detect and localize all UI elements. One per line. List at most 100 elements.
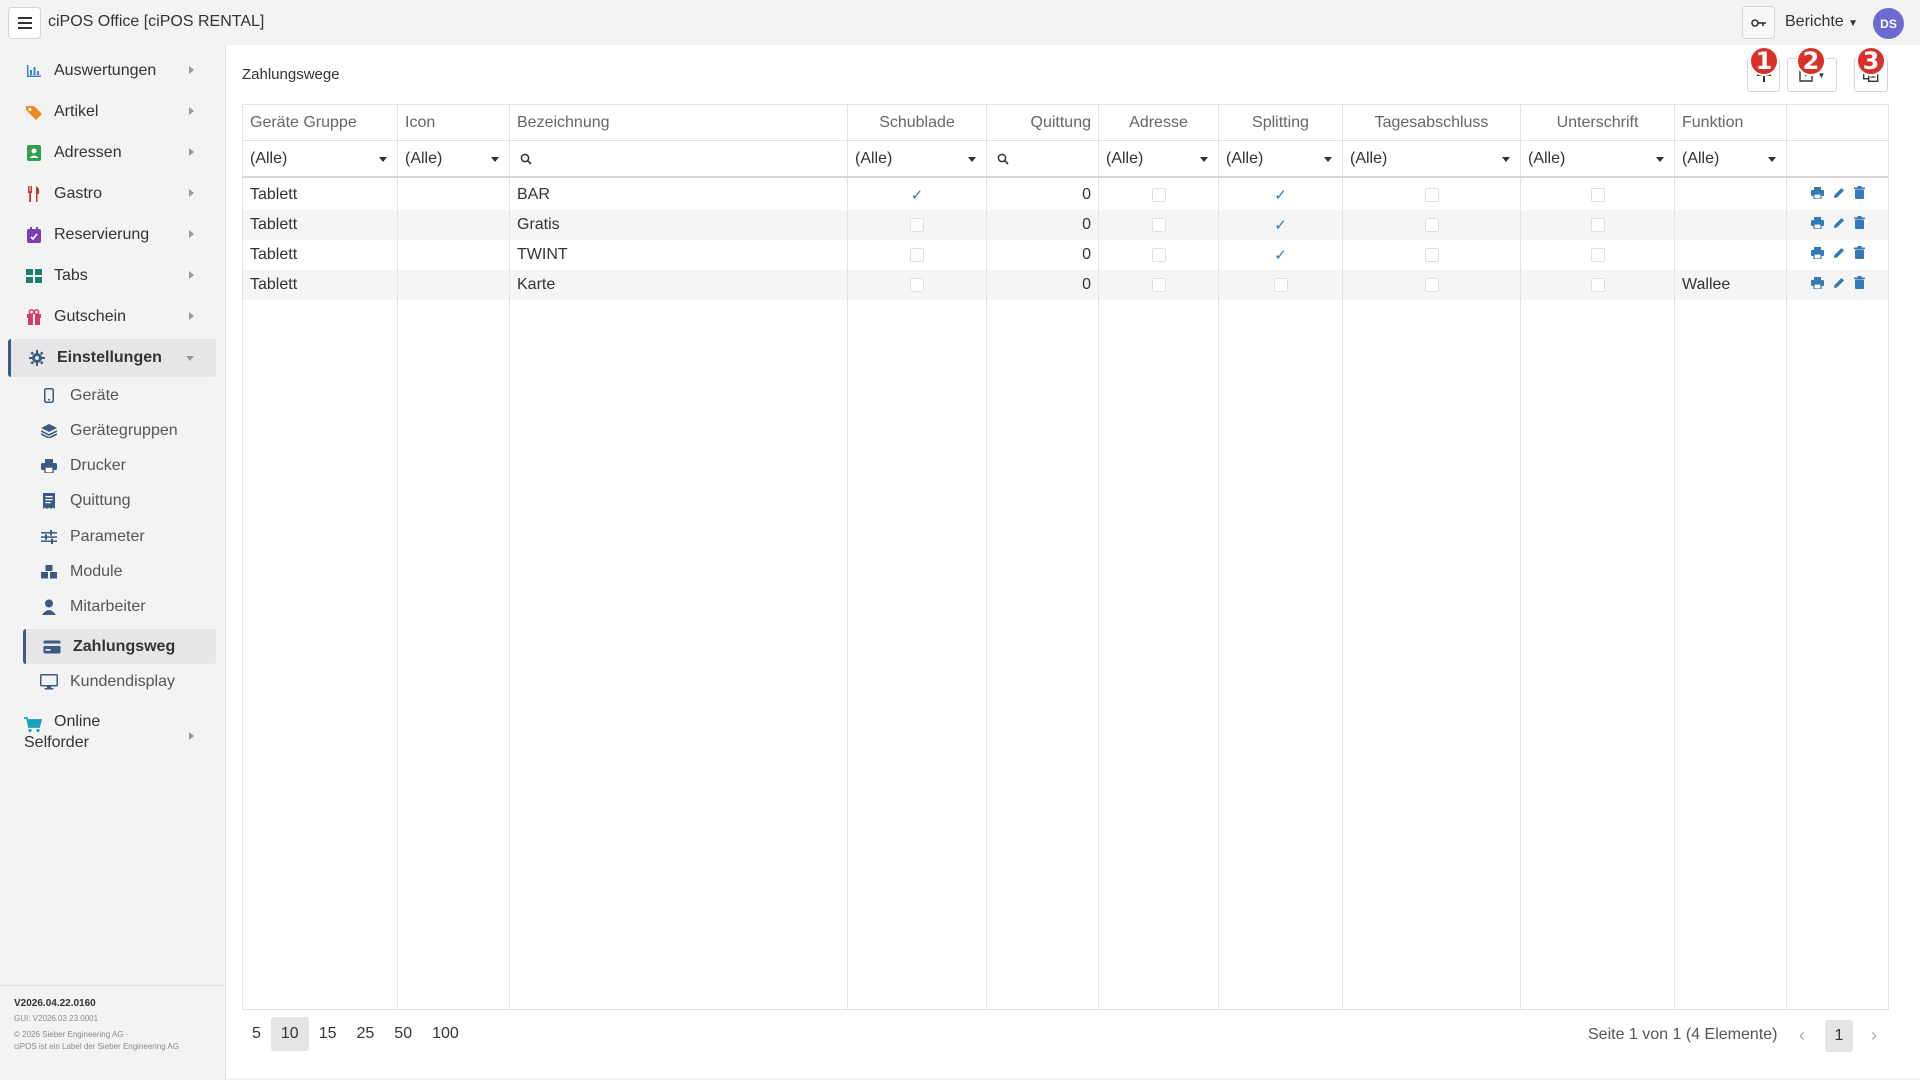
column-header-geraete-gruppe[interactable]: Geräte Gruppe [243, 105, 398, 140]
page-size-option[interactable]: 25 [347, 1017, 385, 1051]
annotation-badge-3: 3 [1856, 46, 1886, 76]
grid-filter-row: (Alle) (Alle) (Alle) (Alle) (Alle) (Alle… [243, 141, 1888, 178]
filter-splitting[interactable]: (Alle) [1219, 141, 1343, 176]
sidebar-item-label: Gastro [54, 185, 103, 202]
sidebar-subitem-zahlungsweg[interactable]: Zahlungsweg [23, 629, 216, 664]
sidebar-item-auswertungen[interactable]: Auswertungen [8, 52, 216, 90]
sidebar-item-label: Artikel [54, 103, 99, 120]
column-header-schublade[interactable]: Schublade [848, 105, 987, 140]
sidebar-item-einstellungen[interactable]: Einstellungen [8, 339, 216, 377]
filter-bezeichnung-search[interactable] [510, 141, 848, 176]
sidebar-subitem-quittung[interactable]: Quittung [23, 483, 216, 518]
sidebar-subitem-geraetegruppen[interactable]: Gerätegruppen [23, 413, 216, 448]
sidebar-item-artikel[interactable]: Artikel [8, 93, 216, 131]
export-button[interactable]: ▼ 2 [1787, 46, 1837, 92]
cell-bezeichnung: TWINT [510, 240, 848, 270]
page-size-option-selected[interactable]: 10 [270, 1017, 309, 1051]
table-row[interactable]: Tablett TWINT 0 ✓ [243, 240, 1888, 270]
sidebar: Auswertungen Artikel Adressen Gastro Res… [0, 45, 226, 1080]
sidebar-item-gutschein[interactable]: Gutschein [8, 298, 216, 336]
edit-icon[interactable] [1833, 276, 1845, 294]
page-size-option[interactable]: 100 [422, 1017, 469, 1051]
sidebar-item-gastro[interactable]: Gastro [8, 175, 216, 213]
cutlery-icon [24, 185, 44, 203]
table-row[interactable]: Tablett Karte 0 Wallee [243, 270, 1888, 300]
cell-actions [1787, 180, 1888, 210]
gift-icon [24, 308, 44, 326]
sidebar-subitem-parameter[interactable]: Parameter [23, 519, 216, 554]
cell-adresse [1099, 270, 1219, 300]
sidebar-subitem-drucker[interactable]: Drucker [23, 448, 216, 483]
delete-icon[interactable] [1853, 186, 1865, 204]
edit-icon[interactable] [1833, 246, 1845, 264]
filter-unterschrift[interactable]: (Alle) [1521, 141, 1675, 176]
cell-schublade [848, 270, 987, 300]
sidebar-subitem-label: Module [70, 562, 123, 580]
sidebar-item-reservierung[interactable]: Reservierung [8, 216, 216, 254]
hamburger-icon [17, 17, 32, 29]
filter-schublade[interactable]: (Alle) [848, 141, 987, 176]
page-size-option[interactable]: 15 [309, 1017, 347, 1051]
print-icon[interactable] [1810, 216, 1824, 234]
column-header-adresse[interactable]: Adresse [1099, 105, 1219, 140]
sliders-icon [40, 528, 58, 546]
column-header-quittung[interactable]: Quittung [987, 105, 1099, 140]
filter-funktion[interactable]: (Alle) [1675, 141, 1787, 176]
key-icon [1750, 18, 1766, 27]
page-size-option[interactable]: 5 [242, 1017, 271, 1051]
delete-icon[interactable] [1853, 276, 1865, 294]
column-header-unterschrift[interactable]: Unterschrift [1521, 105, 1675, 140]
column-header-icon[interactable]: Icon [398, 105, 510, 140]
version-label: V2026.04.22.0160 [14, 998, 96, 1009]
sidebar-item-adressen[interactable]: Adressen [8, 134, 216, 172]
table-row[interactable]: Tablett Gratis 0 ✓ [243, 210, 1888, 240]
filter-quittung-search[interactable] [987, 141, 1099, 176]
sidebar-subitem-geraete[interactable]: Geräte [23, 378, 216, 413]
annotation-badge-1: 1 [1749, 46, 1779, 76]
calendar-icon [24, 226, 44, 244]
sidebar-subitem-kundendisplay[interactable]: Kundendisplay [23, 664, 216, 699]
table-row[interactable]: Tablett BAR ✓ 0 ✓ [243, 180, 1888, 210]
chevron-right-icon [189, 66, 194, 74]
filter-geraete-gruppe[interactable]: (Alle) [243, 141, 398, 176]
sidebar-subitem-module[interactable]: Module [23, 554, 216, 589]
prev-page-button[interactable]: ‹ [1788, 1020, 1816, 1050]
current-page-button[interactable]: 1 [1825, 1020, 1853, 1052]
key-button[interactable] [1742, 6, 1775, 39]
cell-splitting: ✓ [1219, 210, 1343, 240]
sidebar-subitem-label: Drucker [70, 456, 127, 474]
sidebar-subitem-mitarbeiter[interactable]: Mitarbeiter [23, 589, 216, 624]
top-bar: ciPOS Office [ciPOS RENTAL] Berichte ▼ D… [0, 0, 1920, 45]
filter-adresse[interactable]: (Alle) [1099, 141, 1219, 176]
filter-icon[interactable]: (Alle) [398, 141, 510, 176]
print-icon[interactable] [1810, 276, 1824, 294]
edit-icon[interactable] [1833, 186, 1845, 204]
cell-bezeichnung: Gratis [510, 210, 848, 240]
delete-icon[interactable] [1853, 216, 1865, 234]
edit-icon[interactable] [1833, 216, 1845, 234]
print-icon[interactable] [1810, 186, 1824, 204]
column-header-bezeichnung[interactable]: Bezeichnung [510, 105, 848, 140]
menu-toggle-button[interactable] [8, 7, 41, 39]
add-button[interactable]: 1 [1747, 46, 1780, 92]
filter-tagesabschluss[interactable]: (Alle) [1343, 141, 1521, 176]
copy-button[interactable]: 3 [1854, 46, 1888, 92]
sidebar-item-online-selforder[interactable]: Online Selforder [8, 711, 216, 763]
sidebar-item-tabs[interactable]: Tabs [8, 257, 216, 295]
filter-value: (Alle) [250, 149, 288, 167]
next-page-button[interactable]: › [1860, 1020, 1888, 1050]
filter-actions-empty [1787, 141, 1888, 176]
column-header-splitting[interactable]: Splitting [1219, 105, 1343, 140]
user-avatar[interactable]: DS [1873, 8, 1904, 39]
reports-menu[interactable]: Berichte ▼ [1785, 13, 1858, 31]
column-header-tagesabschluss[interactable]: Tagesabschluss [1343, 105, 1521, 140]
print-icon[interactable] [1810, 246, 1824, 264]
label-text: ciPOS ist ein Label der Sieber Engineeri… [14, 1042, 179, 1051]
delete-icon[interactable] [1853, 246, 1865, 264]
page-size-option[interactable]: 50 [384, 1017, 422, 1051]
column-header-funktion[interactable]: Funktion [1675, 105, 1787, 140]
caret-down-icon [968, 157, 976, 162]
cell-icon [398, 270, 510, 300]
filter-value: (Alle) [1106, 149, 1144, 167]
caret-down-icon [1200, 157, 1208, 162]
